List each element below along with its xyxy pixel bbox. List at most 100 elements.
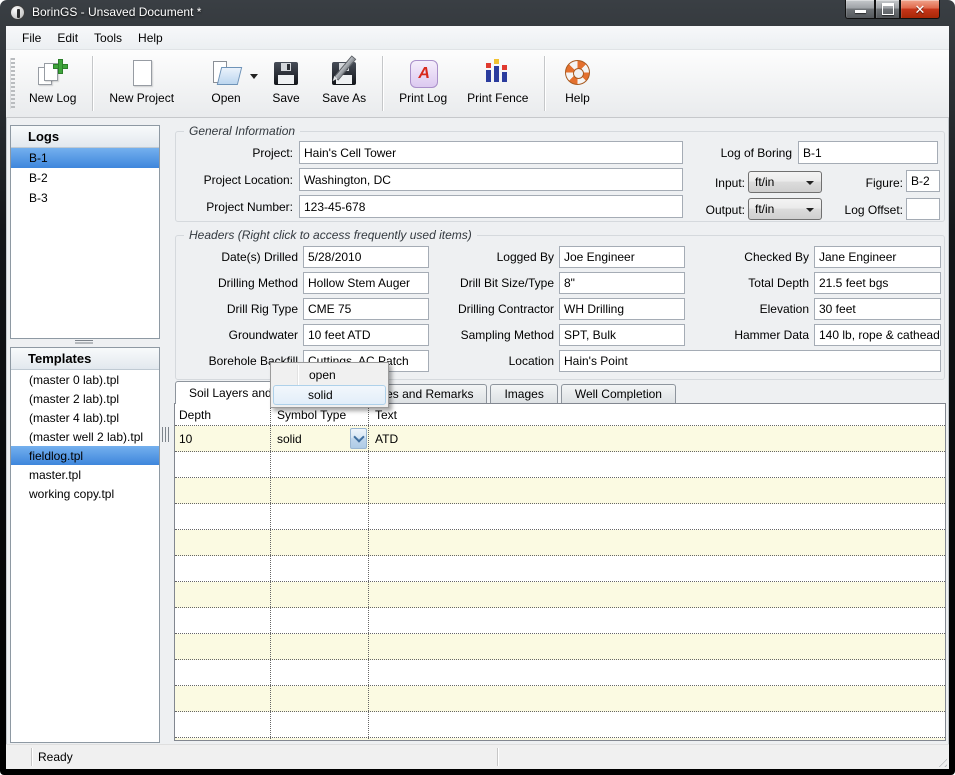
text-field[interactable]: 30 feet bbox=[814, 298, 941, 320]
template-list-item[interactable]: fieldlog.tpl bbox=[11, 446, 159, 465]
template-list-item[interactable]: (master well 2 lab).tpl bbox=[11, 427, 159, 446]
cell-depth[interactable] bbox=[175, 712, 271, 737]
cell-depth[interactable] bbox=[175, 608, 271, 633]
cell-depth[interactable] bbox=[175, 660, 271, 685]
text-field[interactable]: CME 75 bbox=[303, 298, 429, 320]
text-field[interactable]: SPT, Bulk bbox=[559, 324, 685, 346]
text-field[interactable]: 10 feet ATD bbox=[303, 324, 429, 346]
text-field[interactable]: 8" bbox=[559, 272, 685, 294]
cell-depth[interactable] bbox=[175, 582, 271, 607]
template-list-item[interactable]: master.tpl bbox=[11, 465, 159, 484]
column-header-depth[interactable]: Depth bbox=[175, 404, 271, 425]
text-field[interactable]: Hain's Point bbox=[559, 350, 941, 372]
input-units-dropdown[interactable]: ft/in bbox=[748, 171, 822, 193]
tab[interactable]: Images bbox=[490, 384, 558, 403]
table-row[interactable]: 10 solid ATD bbox=[175, 426, 945, 452]
cell-symbol-type[interactable] bbox=[271, 738, 369, 740]
text-field[interactable]: WH Drilling bbox=[559, 298, 685, 320]
sidebar-splitter-grip[interactable] bbox=[162, 427, 170, 442]
print-log-button[interactable]: A Print Log bbox=[391, 53, 455, 114]
text-field[interactable]: 140 lb, rope & cathead bbox=[814, 324, 941, 346]
cell-text[interactable] bbox=[369, 478, 945, 503]
cell-text[interactable] bbox=[369, 634, 945, 659]
text-field[interactable]: Hain's Cell Tower bbox=[299, 141, 683, 164]
cell-symbol-type[interactable] bbox=[271, 582, 369, 607]
toolbar-grip[interactable] bbox=[10, 58, 15, 109]
log-offset-field[interactable] bbox=[906, 198, 940, 220]
help-button[interactable]: Help bbox=[553, 53, 601, 114]
cell-text[interactable] bbox=[369, 738, 945, 740]
menu-item[interactable]: Help bbox=[130, 28, 171, 48]
log-list-item[interactable]: B-3 bbox=[11, 188, 159, 208]
logs-templates-splitter[interactable] bbox=[10, 337, 158, 347]
cell-symbol-type[interactable] bbox=[271, 712, 369, 737]
new-log-button[interactable]: New Log bbox=[21, 53, 84, 114]
table-row[interactable] bbox=[175, 530, 945, 556]
close-button[interactable]: ✕ bbox=[900, 0, 940, 19]
template-list-item[interactable]: (master 0 lab).tpl bbox=[11, 370, 159, 389]
cell-depth[interactable] bbox=[175, 530, 271, 555]
open-button[interactable]: Open bbox=[202, 53, 250, 114]
title-bar[interactable]: BorinGS - Unsaved Document * ✕ bbox=[0, 0, 955, 26]
cell-text[interactable] bbox=[369, 660, 945, 685]
cell-text[interactable] bbox=[369, 452, 945, 477]
table-row[interactable] bbox=[175, 478, 945, 504]
cell-symbol-type[interactable] bbox=[271, 556, 369, 581]
open-dropdown-arrow[interactable] bbox=[250, 74, 259, 79]
cell-depth[interactable] bbox=[175, 478, 271, 503]
cell-text[interactable] bbox=[369, 686, 945, 711]
cell-symbol-type[interactable] bbox=[271, 686, 369, 711]
table-row[interactable] bbox=[175, 738, 945, 740]
cell-symbol-type[interactable] bbox=[271, 530, 369, 555]
text-field[interactable]: 123-45-678 bbox=[299, 195, 683, 218]
text-field[interactable]: Hollow Stem Auger bbox=[303, 272, 429, 294]
template-list-item[interactable]: (master 2 lab).tpl bbox=[11, 389, 159, 408]
menu-item[interactable]: Tools bbox=[86, 28, 130, 48]
table-row[interactable] bbox=[175, 504, 945, 530]
table-row[interactable] bbox=[175, 608, 945, 634]
maximize-button[interactable] bbox=[875, 0, 900, 19]
table-row[interactable] bbox=[175, 582, 945, 608]
cell-symbol-type[interactable] bbox=[271, 452, 369, 477]
log-of-boring-field[interactable]: B-1 bbox=[798, 141, 938, 164]
new-project-button[interactable]: New Project bbox=[101, 53, 182, 114]
cell-symbol-type[interactable] bbox=[271, 478, 369, 503]
log-list-item[interactable]: B-2 bbox=[11, 168, 159, 188]
output-units-dropdown[interactable]: ft/in bbox=[748, 198, 822, 220]
table-row[interactable] bbox=[175, 452, 945, 478]
table-row[interactable] bbox=[175, 712, 945, 738]
minimize-button[interactable] bbox=[845, 0, 875, 19]
cell-text[interactable] bbox=[369, 504, 945, 529]
table-row[interactable] bbox=[175, 556, 945, 582]
cell-depth[interactable] bbox=[175, 452, 271, 477]
cell-text[interactable] bbox=[369, 556, 945, 581]
symbol-type-combo-button[interactable] bbox=[350, 428, 367, 449]
cell-depth[interactable] bbox=[175, 556, 271, 581]
cell-symbol-type[interactable] bbox=[271, 634, 369, 659]
template-list-item[interactable]: (master 4 lab).tpl bbox=[11, 408, 159, 427]
cell-text[interactable] bbox=[369, 712, 945, 737]
text-field[interactable]: Joe Engineer bbox=[559, 246, 685, 268]
text-field[interactable]: 21.5 feet bgs bbox=[814, 272, 941, 294]
print-fence-button[interactable]: Print Fence bbox=[459, 53, 536, 114]
cell-depth[interactable] bbox=[175, 634, 271, 659]
cell-depth[interactable] bbox=[175, 686, 271, 711]
table-row[interactable] bbox=[175, 660, 945, 686]
column-header-text[interactable]: Text bbox=[369, 404, 945, 425]
resize-grip[interactable] bbox=[935, 755, 947, 767]
cell-symbol-type[interactable] bbox=[271, 660, 369, 685]
figure-field[interactable]: B-2 bbox=[906, 170, 940, 192]
menu-item[interactable]: File bbox=[14, 28, 49, 48]
context-menu-item[interactable]: open bbox=[273, 365, 386, 385]
log-list-item[interactable]: B-1 bbox=[11, 148, 159, 168]
save-button[interactable]: Save bbox=[262, 53, 310, 114]
context-menu-item[interactable]: solid bbox=[273, 385, 386, 405]
cell-symbol-type[interactable]: solid bbox=[271, 426, 369, 451]
cell-text[interactable]: ATD bbox=[369, 426, 945, 451]
cell-text[interactable] bbox=[369, 582, 945, 607]
text-field[interactable]: Washington, DC bbox=[299, 168, 683, 191]
cell-depth[interactable] bbox=[175, 504, 271, 529]
table-row[interactable] bbox=[175, 686, 945, 712]
cell-text[interactable] bbox=[369, 608, 945, 633]
text-field[interactable]: Jane Engineer bbox=[814, 246, 941, 268]
